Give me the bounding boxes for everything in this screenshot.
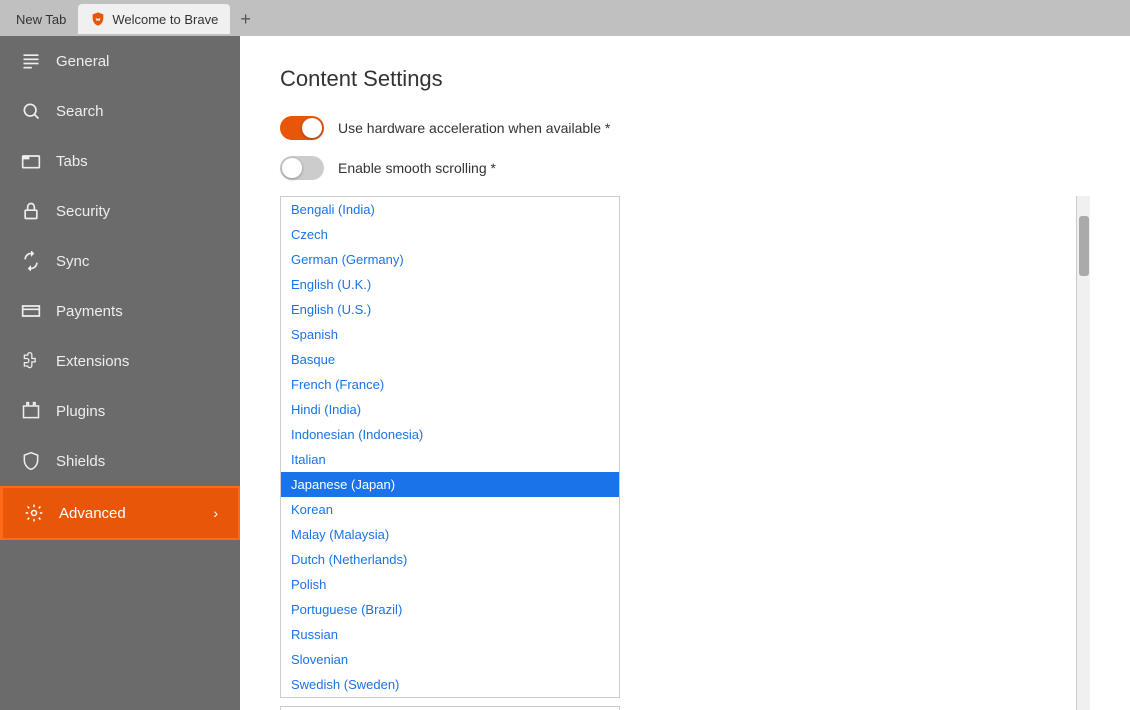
active-tab[interactable]: Welcome to Brave	[78, 4, 230, 34]
language-list-item[interactable]: Russian	[281, 622, 619, 647]
smooth-scrolling-label: Enable smooth scrolling *	[338, 160, 496, 176]
sidebar-item-extensions-label: Extensions	[56, 353, 129, 370]
sidebar-item-search[interactable]: Search	[0, 86, 240, 136]
language-list-item[interactable]: Malay (Malaysia)	[281, 522, 619, 547]
language-list-item[interactable]: Spanish	[281, 322, 619, 347]
active-tab-label: Welcome to Brave	[112, 12, 218, 27]
sidebar-item-extensions[interactable]: Extensions	[0, 336, 240, 386]
search-icon	[20, 100, 42, 122]
language-list-item[interactable]: Italian	[281, 447, 619, 472]
advanced-icon	[23, 502, 45, 524]
sidebar-item-advanced[interactable]: Advanced ›	[0, 486, 240, 540]
add-tab-button[interactable]: +	[230, 4, 261, 34]
extensions-icon	[20, 350, 42, 372]
sidebar-item-tabs[interactable]: Tabs	[0, 136, 240, 186]
hardware-acceleration-label: Use hardware acceleration when available…	[338, 120, 610, 136]
language-list-item[interactable]: Swedish (Sweden)	[281, 672, 619, 697]
hardware-acceleration-row: Use hardware acceleration when available…	[280, 116, 1090, 140]
sidebar: General Search Tabs Security	[0, 36, 240, 710]
plugins-icon	[20, 400, 42, 422]
shields-icon	[20, 450, 42, 472]
smooth-scrolling-toggle[interactable]	[280, 156, 324, 180]
language-list-item[interactable]: Hindi (India)	[281, 397, 619, 422]
sidebar-item-payments-label: Payments	[56, 303, 123, 320]
new-tab[interactable]: New Tab	[4, 4, 78, 34]
sidebar-item-shields[interactable]: Shields	[0, 436, 240, 486]
sidebar-item-advanced-label: Advanced	[59, 505, 126, 522]
language-list-item[interactable]: Slovenian	[281, 647, 619, 672]
toggle-knob-2	[282, 158, 302, 178]
language-list-item[interactable]: Korean	[281, 497, 619, 522]
main-area: General Search Tabs Security	[0, 36, 1130, 710]
sidebar-item-sync[interactable]: Sync	[0, 236, 240, 286]
browser-chrome: New Tab Welcome to Brave +	[0, 0, 1130, 36]
language-list-item[interactable]: English (U.S.)	[281, 297, 619, 322]
language-dropdown-wrapper: Bengali (India)CzechGerman (Germany)Engl…	[280, 196, 1090, 710]
sync-icon	[20, 250, 42, 272]
language-list-item[interactable]: Bengali (India)	[281, 197, 619, 222]
language-list-item[interactable]: French (France)	[281, 372, 619, 397]
language-list-container: Bengali (India)CzechGerman (Germany)Engl…	[280, 196, 1090, 698]
language-list-items: Bengali (India)CzechGerman (Germany)Engl…	[281, 197, 619, 697]
page-title: Content Settings	[280, 66, 1090, 92]
payments-icon	[20, 300, 42, 322]
sidebar-item-tabs-label: Tabs	[56, 153, 88, 170]
language-list-item[interactable]: English (U.K.)	[281, 272, 619, 297]
list-icon	[20, 50, 42, 72]
sidebar-item-general[interactable]: General	[0, 36, 240, 86]
smooth-scrolling-row: Enable smooth scrolling *	[280, 156, 1090, 180]
language-dropdown-list[interactable]: Bengali (India)CzechGerman (Germany)Engl…	[280, 196, 620, 698]
sidebar-item-general-label: General	[56, 53, 109, 70]
content-area: Content Settings Use hardware accelerati…	[240, 36, 1130, 710]
sidebar-item-plugins[interactable]: Plugins	[0, 386, 240, 436]
language-select-display[interactable]: English (U.S.) ▼	[280, 706, 620, 710]
lock-icon	[20, 200, 42, 222]
sidebar-item-sync-label: Sync	[56, 253, 89, 270]
tabs-icon	[20, 150, 42, 172]
language-list-item[interactable]: Japanese (Japan)	[281, 472, 619, 497]
tab-bar: New Tab Welcome to Brave +	[0, 0, 1130, 36]
sidebar-item-security-label: Security	[56, 203, 110, 220]
hardware-acceleration-toggle[interactable]	[280, 116, 324, 140]
sidebar-item-search-label: Search	[56, 103, 104, 120]
language-list-item[interactable]: German (Germany)	[281, 247, 619, 272]
language-list-item[interactable]: Portuguese (Brazil)	[281, 597, 619, 622]
sidebar-item-plugins-label: Plugins	[56, 403, 105, 420]
language-list-item[interactable]: Dutch (Netherlands)	[281, 547, 619, 572]
language-list-item[interactable]: Basque	[281, 347, 619, 372]
sidebar-item-payments[interactable]: Payments	[0, 286, 240, 336]
sidebar-item-security[interactable]: Security	[0, 186, 240, 236]
advanced-arrow-icon: ›	[213, 505, 218, 521]
toggle-knob	[302, 118, 322, 138]
language-list-item[interactable]: Indonesian (Indonesia)	[281, 422, 619, 447]
new-tab-label: New Tab	[16, 12, 66, 27]
sidebar-item-shields-label: Shields	[56, 453, 105, 470]
scroll-thumb	[1079, 216, 1089, 276]
language-list-item[interactable]: Czech	[281, 222, 619, 247]
brave-logo-icon	[90, 11, 106, 27]
dropdown-scrollbar[interactable]	[1076, 196, 1090, 710]
language-list-item[interactable]: Polish	[281, 572, 619, 597]
